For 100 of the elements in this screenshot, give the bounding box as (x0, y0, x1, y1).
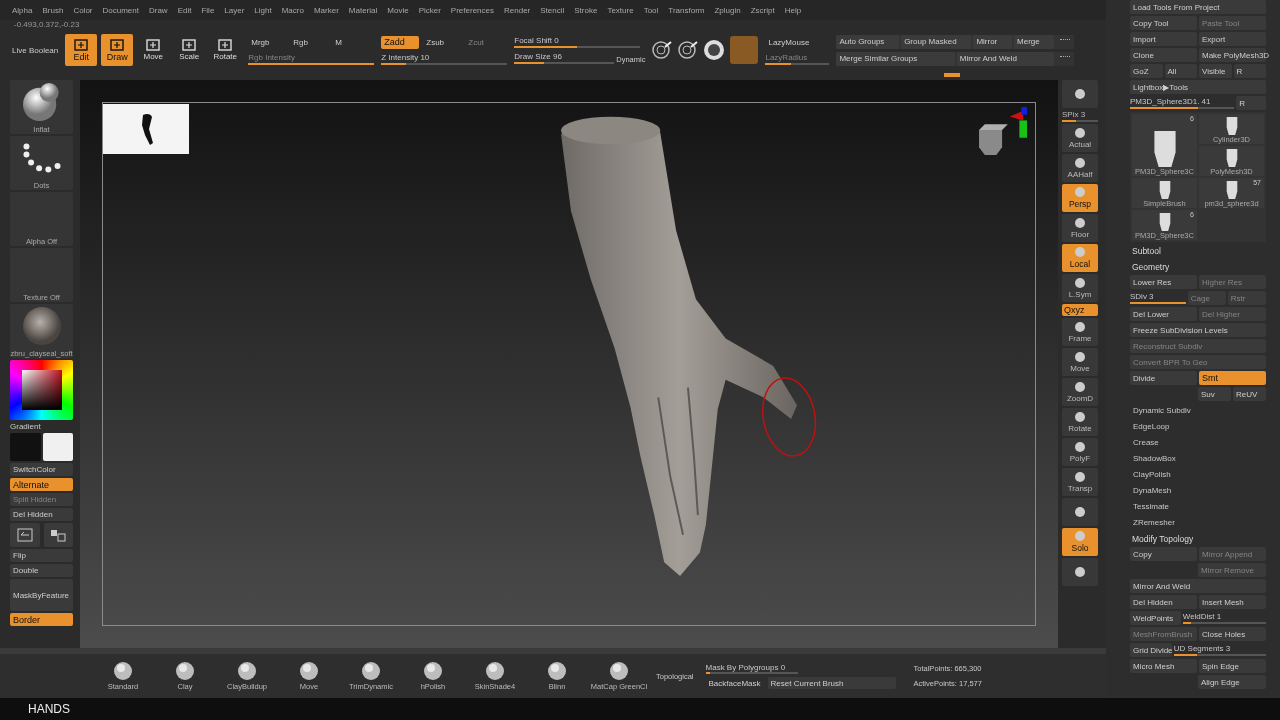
panel-button[interactable]: Insert Mesh (1199, 595, 1266, 609)
subpalette-item[interactable]: ZRemesher (1130, 515, 1178, 530)
panel-button[interactable]: Spin Edge (1199, 659, 1266, 673)
color-square[interactable] (21, 370, 62, 410)
panel-button[interactable]: Micro Mesh (1130, 659, 1197, 673)
menu-item[interactable]: Transform (668, 5, 705, 15)
panel-button[interactable]: Align Edge (1198, 675, 1266, 689)
polygroup-button[interactable]: Group Masked (901, 34, 972, 49)
panel-button[interactable]: Load Tools From Project (1130, 0, 1266, 14)
viewport[interactable] (80, 80, 1058, 648)
view-button[interactable]: Move (1062, 348, 1098, 376)
subpalette-item[interactable]: ClayPolish (1130, 467, 1174, 482)
polygroup-button[interactable]: Mirror And Weld (956, 51, 1055, 66)
menu-item[interactable]: Zscript (750, 5, 775, 15)
polygroup-button[interactable]: Mirror (973, 34, 1013, 49)
menu-item[interactable]: Edit (177, 5, 192, 15)
view-button[interactable]: L.Sym (1062, 274, 1098, 302)
slider[interactable]: SDiv 3 (1130, 291, 1186, 305)
hand-model-drawing[interactable] (561, 116, 798, 576)
panel-button[interactable]: Del Lower (1130, 307, 1197, 321)
menu-item[interactable]: Texture (607, 5, 634, 15)
mode-button[interactable]: Scale (173, 34, 206, 66)
menu-item[interactable]: Marker (313, 5, 339, 15)
view-button[interactable] (1062, 498, 1098, 526)
shelf-button[interactable]: Alternate (10, 478, 73, 491)
panel-button[interactable]: Copy (1130, 547, 1197, 561)
color-mode-button[interactable]: M (332, 35, 371, 49)
panel-button[interactable]: Del Hidden (1130, 595, 1197, 609)
subpalette-item[interactable]: EdgeLoop (1130, 419, 1173, 434)
mode-button[interactable]: Move (137, 34, 170, 66)
view-button[interactable] (1062, 558, 1098, 586)
slider[interactable]: SPix 3 (1062, 110, 1098, 122)
panel-button[interactable]: Freeze SubDivision Levels (1130, 323, 1266, 337)
color-picker[interactable] (10, 360, 73, 420)
lazy-mouse-button[interactable]: LazyMouse (765, 35, 830, 49)
shelf-button[interactable]: Del Hidden (10, 508, 73, 521)
section-header[interactable]: Subtool (1130, 243, 1164, 258)
mode-button[interactable]: Draw (101, 34, 134, 66)
slider[interactable]: Focal Shift 0 (514, 36, 641, 48)
shelf-button[interactable]: Border (10, 613, 73, 626)
secondary-color-swatch[interactable] (10, 433, 41, 461)
main-color-swatch[interactable] (42, 433, 73, 461)
panel-button[interactable]: Clone (1130, 48, 1197, 62)
subpalette-item[interactable]: Dynamic Subdiv (1130, 403, 1194, 418)
view-button[interactable]: Floor (1062, 214, 1098, 242)
panel-button[interactable]: Export (1199, 32, 1266, 46)
axis-gizmo-icon[interactable] (979, 107, 1029, 155)
menu-item[interactable]: Tool (643, 5, 659, 15)
panel-button[interactable]: Suv (1198, 387, 1231, 401)
panel-button[interactable]: Mirror And Weld (1130, 579, 1266, 593)
menu-item[interactable]: Document (102, 5, 139, 15)
slider[interactable]: Mask By Polygroups 0 (705, 663, 798, 674)
menu-item[interactable]: Zplugin (714, 5, 741, 15)
sculpt-mode-button[interactable]: Zsub (423, 35, 462, 49)
panel-button[interactable]: R (1233, 64, 1266, 78)
menu-item[interactable]: Material (348, 5, 378, 15)
panel-button[interactable]: Visible (1199, 64, 1232, 78)
reset-brush-button[interactable]: Reset Current Brush (767, 677, 896, 689)
backface-mask-button[interactable]: BackfaceMask (705, 677, 764, 689)
menu-item[interactable]: Stroke (574, 5, 598, 15)
menu-item[interactable]: Draw (148, 5, 168, 15)
shelf-button[interactable]: MaskByFeature (10, 579, 73, 611)
polygroup-button[interactable]: Merge (1014, 34, 1055, 49)
color-mode-button[interactable]: Mrgb (248, 35, 287, 49)
panel-button[interactable]: All (1164, 64, 1197, 78)
view-button[interactable]: PolyF (1062, 438, 1098, 466)
invert-icon[interactable] (43, 523, 73, 547)
panel-button[interactable]: Smt (1199, 371, 1266, 385)
panel-button[interactable]: R (1236, 96, 1266, 110)
gradient-label[interactable]: Gradient (10, 422, 73, 431)
view-button[interactable]: Actual (1062, 124, 1098, 152)
menu-item[interactable]: Alpha (12, 5, 33, 15)
subpalette-item[interactable]: Tessimate (1130, 499, 1172, 514)
shelf-button[interactable]: Flip (10, 549, 73, 562)
sculpt-mode-button[interactable]: Zadd (381, 35, 420, 49)
view-button[interactable]: Solo (1062, 528, 1098, 556)
menu-item[interactable]: Stencil (540, 5, 565, 15)
slider[interactable]: PM3D_Sphere3D1. 41 (1130, 96, 1235, 110)
subpalette-item[interactable]: ShadowBox (1130, 451, 1179, 466)
panel-button[interactable]: Copy Tool (1130, 16, 1197, 30)
mode-button[interactable]: Rotate (209, 34, 242, 66)
panel-button[interactable]: WeldPoints (1130, 611, 1181, 625)
view-button[interactable]: Frame (1062, 318, 1098, 346)
navigator-thumbnail[interactable] (103, 104, 189, 154)
menu-item[interactable]: Color (73, 5, 93, 15)
menu-item[interactable]: Light (254, 5, 272, 15)
material-sphere-icon[interactable] (704, 40, 725, 60)
menu-item[interactable]: Movie (387, 5, 409, 15)
menu-item[interactable]: Help (784, 5, 802, 15)
panel-button[interactable]: Divide (1130, 371, 1197, 385)
view-button[interactable]: AAHalf (1062, 154, 1098, 182)
live-boolean-button[interactable]: Live Boolean (12, 45, 59, 55)
view-button[interactable]: Persp (1062, 184, 1098, 212)
slider[interactable]: WeldDist 1 (1182, 611, 1266, 625)
view-button[interactable]: Rotate (1062, 408, 1098, 436)
view-button[interactable] (1062, 80, 1098, 108)
menu-item[interactable]: Layer (224, 5, 245, 15)
color-mode-button[interactable]: Rgb (290, 35, 329, 49)
menu-item[interactable]: Macro (281, 5, 304, 15)
subpalette-item[interactable]: DynaMesh (1130, 483, 1175, 498)
